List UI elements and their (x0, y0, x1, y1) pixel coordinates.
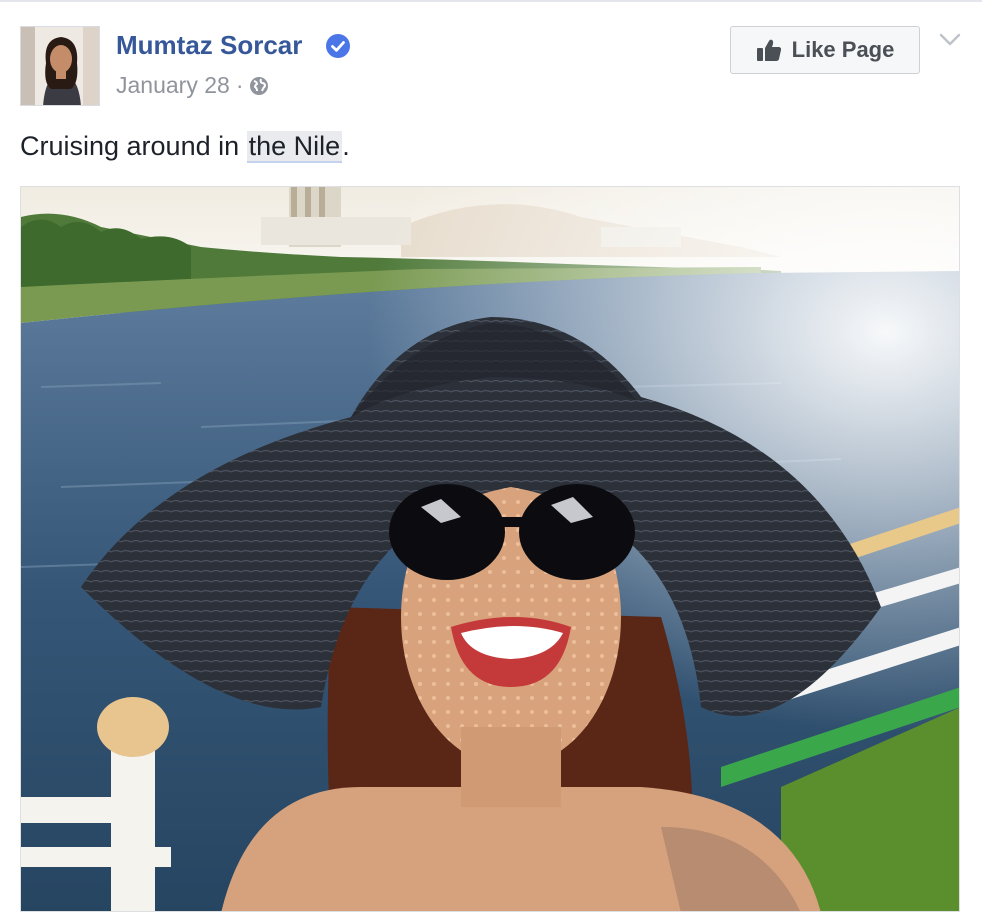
post-text: Cruising around in the Nile. (20, 131, 350, 163)
meta-separator: · (235, 72, 244, 98)
post-meta: January 28 · (116, 72, 269, 99)
avatar-image (21, 27, 99, 105)
post-text-prefix: Cruising around in (20, 131, 247, 161)
post-photo[interactable] (20, 186, 960, 912)
globe-icon[interactable] (249, 76, 269, 96)
like-page-button[interactable]: Like Page (730, 26, 920, 74)
post-date[interactable]: January 28 (116, 72, 230, 99)
like-page-label: Like Page (791, 37, 895, 62)
chevron-down-icon[interactable] (938, 32, 962, 53)
post-text-suffix: . (342, 131, 350, 161)
thumbs-up-icon (756, 38, 782, 62)
selfie-photo-illustration (21, 187, 959, 911)
verified-badge-icon (326, 34, 350, 63)
avatar[interactable] (20, 26, 100, 106)
top-divider (0, 0, 982, 2)
author-name[interactable]: Mumtaz Sorcar (116, 30, 302, 61)
nile-link[interactable]: the Nile (246, 131, 343, 163)
